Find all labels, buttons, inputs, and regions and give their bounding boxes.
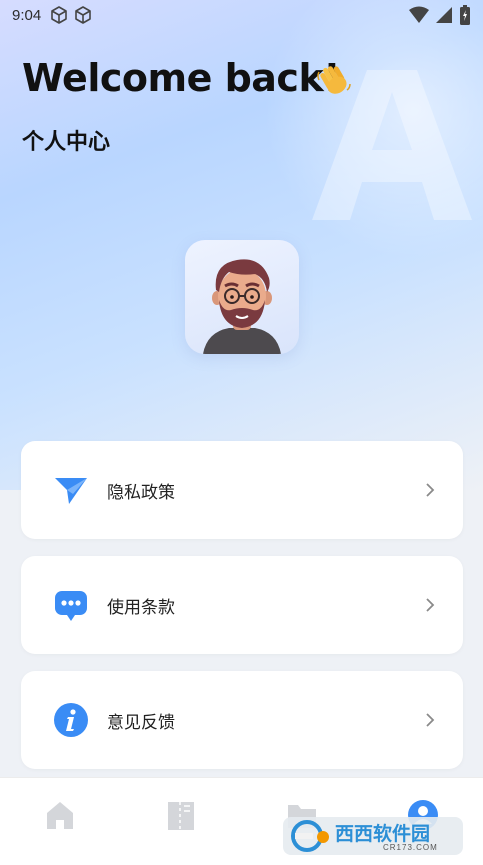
menu-item-terms-of-use[interactable]: 使用条款 xyxy=(21,556,463,654)
watermark-text: 西西软件园 xyxy=(335,823,431,845)
chevron-right-icon xyxy=(426,483,435,497)
menu-item-privacy-policy[interactable]: 隐私政策 xyxy=(21,441,463,539)
info-icon xyxy=(54,703,88,737)
paper-plane-icon xyxy=(55,478,87,504)
cube-icon xyxy=(51,6,68,24)
chat-bubble-icon xyxy=(55,591,87,621)
status-bar: 9:04 xyxy=(0,0,483,30)
chevron-right-icon xyxy=(426,713,435,727)
signal-icon xyxy=(436,7,452,23)
user-avatar-illustration xyxy=(203,259,281,354)
chevron-right-icon xyxy=(426,598,435,612)
menu-item-feedback[interactable]: 意见反馈 xyxy=(21,671,463,769)
avatar[interactable] xyxy=(185,240,299,354)
menu-label: 意见反馈 xyxy=(107,712,175,733)
waving-hand-icon xyxy=(317,66,351,94)
cube-icon xyxy=(75,6,92,24)
watermark-subtext: CR173.COM xyxy=(383,843,438,852)
page-subtitle: 个人中心 xyxy=(22,130,111,155)
status-time: 9:04 xyxy=(12,6,42,24)
home-icon[interactable] xyxy=(43,798,77,832)
book-icon[interactable] xyxy=(164,798,198,832)
wifi-icon xyxy=(409,6,429,23)
welcome-title: Welcome back! xyxy=(22,56,341,100)
menu-label: 隐私政策 xyxy=(107,482,175,503)
battery-icon xyxy=(460,5,470,25)
menu-label: 使用条款 xyxy=(107,597,175,618)
site-watermark-logo: 西西软件园 CR173.COM xyxy=(283,815,463,857)
